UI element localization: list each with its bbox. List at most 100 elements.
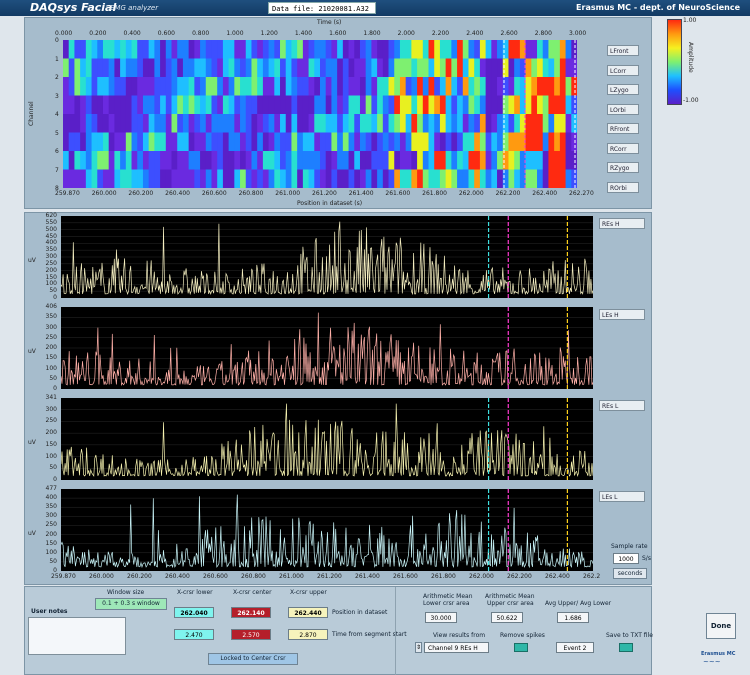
heatmap-cell	[171, 169, 178, 188]
heatmap-top-tick: 0.400	[123, 30, 141, 37]
heatmap-cell	[302, 169, 310, 188]
heatmap-cell	[285, 151, 293, 170]
waveform-channel-button[interactable]: LEs L	[599, 491, 645, 502]
heatmap-cell	[508, 77, 515, 96]
heatmap-cell	[359, 151, 367, 170]
heatmap-cell	[474, 114, 481, 133]
heatmap-cell	[377, 151, 384, 170]
heatmap-cell	[485, 40, 492, 59]
heatmap-cell	[439, 40, 447, 59]
waveform-plot-res-l[interactable]	[61, 398, 593, 480]
heatmap-cell	[228, 151, 235, 170]
channel-stepper-icon[interactable]: ⇕	[415, 642, 422, 653]
channel-button-rorbi[interactable]: ROrbi	[607, 181, 639, 193]
waveform-plot-les-h[interactable]	[61, 307, 593, 389]
channel-button-lorbi[interactable]: LOrbi	[607, 103, 639, 115]
heatmap-cell	[125, 169, 133, 188]
heatmap-cell	[200, 95, 207, 115]
erasmus-logo: Erasmus MC	[701, 651, 736, 657]
remove-spikes-toggle[interactable]	[514, 643, 528, 652]
heatmap-cell	[291, 132, 298, 152]
heatmap-cell	[342, 77, 350, 96]
heatmap-cell	[142, 114, 150, 133]
heatmap-cell	[411, 151, 418, 170]
heatmap-cell	[439, 77, 447, 96]
heatmap-cell	[148, 58, 155, 78]
heatmap-cell	[63, 132, 70, 152]
heatmap-plot[interactable]	[63, 40, 577, 188]
heatmap-cell	[154, 95, 161, 115]
event-field[interactable]: Event 2	[556, 642, 594, 653]
channel-button-rcorr[interactable]: RCorr	[607, 142, 639, 154]
heatmap-cell	[200, 77, 207, 96]
heatmap-cell	[485, 169, 492, 188]
heatmap-cell	[342, 58, 350, 78]
heatmap-cell	[314, 151, 321, 170]
wave-x-tick: 262.000	[469, 573, 494, 580]
sample-rate-field[interactable]: 1000	[613, 553, 639, 564]
channel-button-rfront[interactable]: RFront	[607, 123, 639, 134]
heatmap-cell	[405, 114, 412, 133]
waveform-channel-button[interactable]: REs H	[599, 218, 645, 229]
heatmap-cell	[194, 132, 201, 152]
heatmap-cell	[514, 40, 521, 59]
heatmap-cell	[108, 77, 115, 96]
heatmap-cell	[411, 114, 418, 133]
heatmap-cell	[63, 58, 70, 78]
heatmap-cell	[240, 58, 247, 78]
channel-button-rzygo[interactable]: RZygo	[607, 162, 639, 173]
heatmap-cell	[417, 169, 424, 188]
heatmap-cell	[211, 169, 218, 188]
heatmap-cell	[245, 77, 253, 96]
heatmap-top-tick: 1.200	[260, 30, 278, 37]
heatmap-cell	[268, 169, 275, 188]
channel-button-lzygo[interactable]: LZygo	[607, 84, 639, 95]
heatmap-cell	[200, 40, 207, 59]
seconds-button[interactable]: seconds	[613, 568, 647, 579]
heatmap-cell	[462, 58, 470, 78]
heatmap-top-tick: 0.200	[89, 30, 107, 37]
save-txt-toggle[interactable]	[619, 643, 633, 652]
heatmap-cell	[491, 151, 498, 170]
channel-button-lfront[interactable]: LFront	[607, 45, 639, 56]
organization-label: Erasmus MC - dept. of NeuroScience	[576, 3, 740, 12]
heatmap-cell	[177, 77, 184, 96]
heatmap-cell	[422, 151, 430, 170]
heatmap-cell	[548, 132, 555, 152]
heatmap-cell	[285, 169, 293, 188]
waveform-plot-les-l[interactable]	[61, 489, 593, 571]
channel-button-lcorr[interactable]: LCorr	[607, 64, 639, 76]
heatmap-cell	[188, 77, 195, 96]
heatmap-cell	[125, 40, 133, 59]
window-size-button[interactable]: 0.1 + 0.3 s window	[95, 598, 167, 610]
heatmap-cell	[359, 114, 367, 133]
heatmap-cell	[285, 58, 293, 78]
heatmap-cell	[182, 58, 190, 78]
heatmap-cell	[371, 95, 378, 115]
sample-rate-unit: S/s	[642, 555, 651, 562]
x-upper-position: 262.440	[288, 607, 328, 618]
colorbar-max: 1.00	[683, 17, 697, 24]
heatmap-cell	[97, 132, 104, 152]
heatmap-cell	[211, 40, 218, 59]
waveform-plot-res-h[interactable]	[61, 216, 593, 298]
data-file-field[interactable]: Data file: 21020081.A32	[268, 2, 376, 14]
heatmap-cell	[120, 151, 127, 170]
heatmap-cell	[274, 77, 281, 96]
user-notes-textarea[interactable]	[28, 617, 126, 655]
done-button[interactable]: Done	[706, 613, 736, 639]
waveform-channel-button[interactable]: REs L	[599, 400, 645, 411]
heatmap-cell	[354, 40, 361, 59]
heatmap-cell	[91, 151, 98, 170]
waveform-channel-button[interactable]: LEs H	[599, 309, 645, 320]
wave-y-tick: 50	[49, 464, 57, 472]
heatmap-y-tick: 6	[55, 148, 59, 155]
wave-y-tick: 200	[45, 344, 57, 351]
locked-to-center-button[interactable]: Locked to Center Crsr	[208, 653, 298, 665]
heatmap-cell	[474, 95, 481, 115]
wave-y-tick: 350	[45, 313, 57, 321]
heatmap-cell	[474, 40, 481, 59]
heatmap-cell	[302, 58, 310, 78]
channel-select[interactable]: Channel 9 REs H	[424, 642, 489, 653]
heatmap-cell	[554, 132, 561, 152]
